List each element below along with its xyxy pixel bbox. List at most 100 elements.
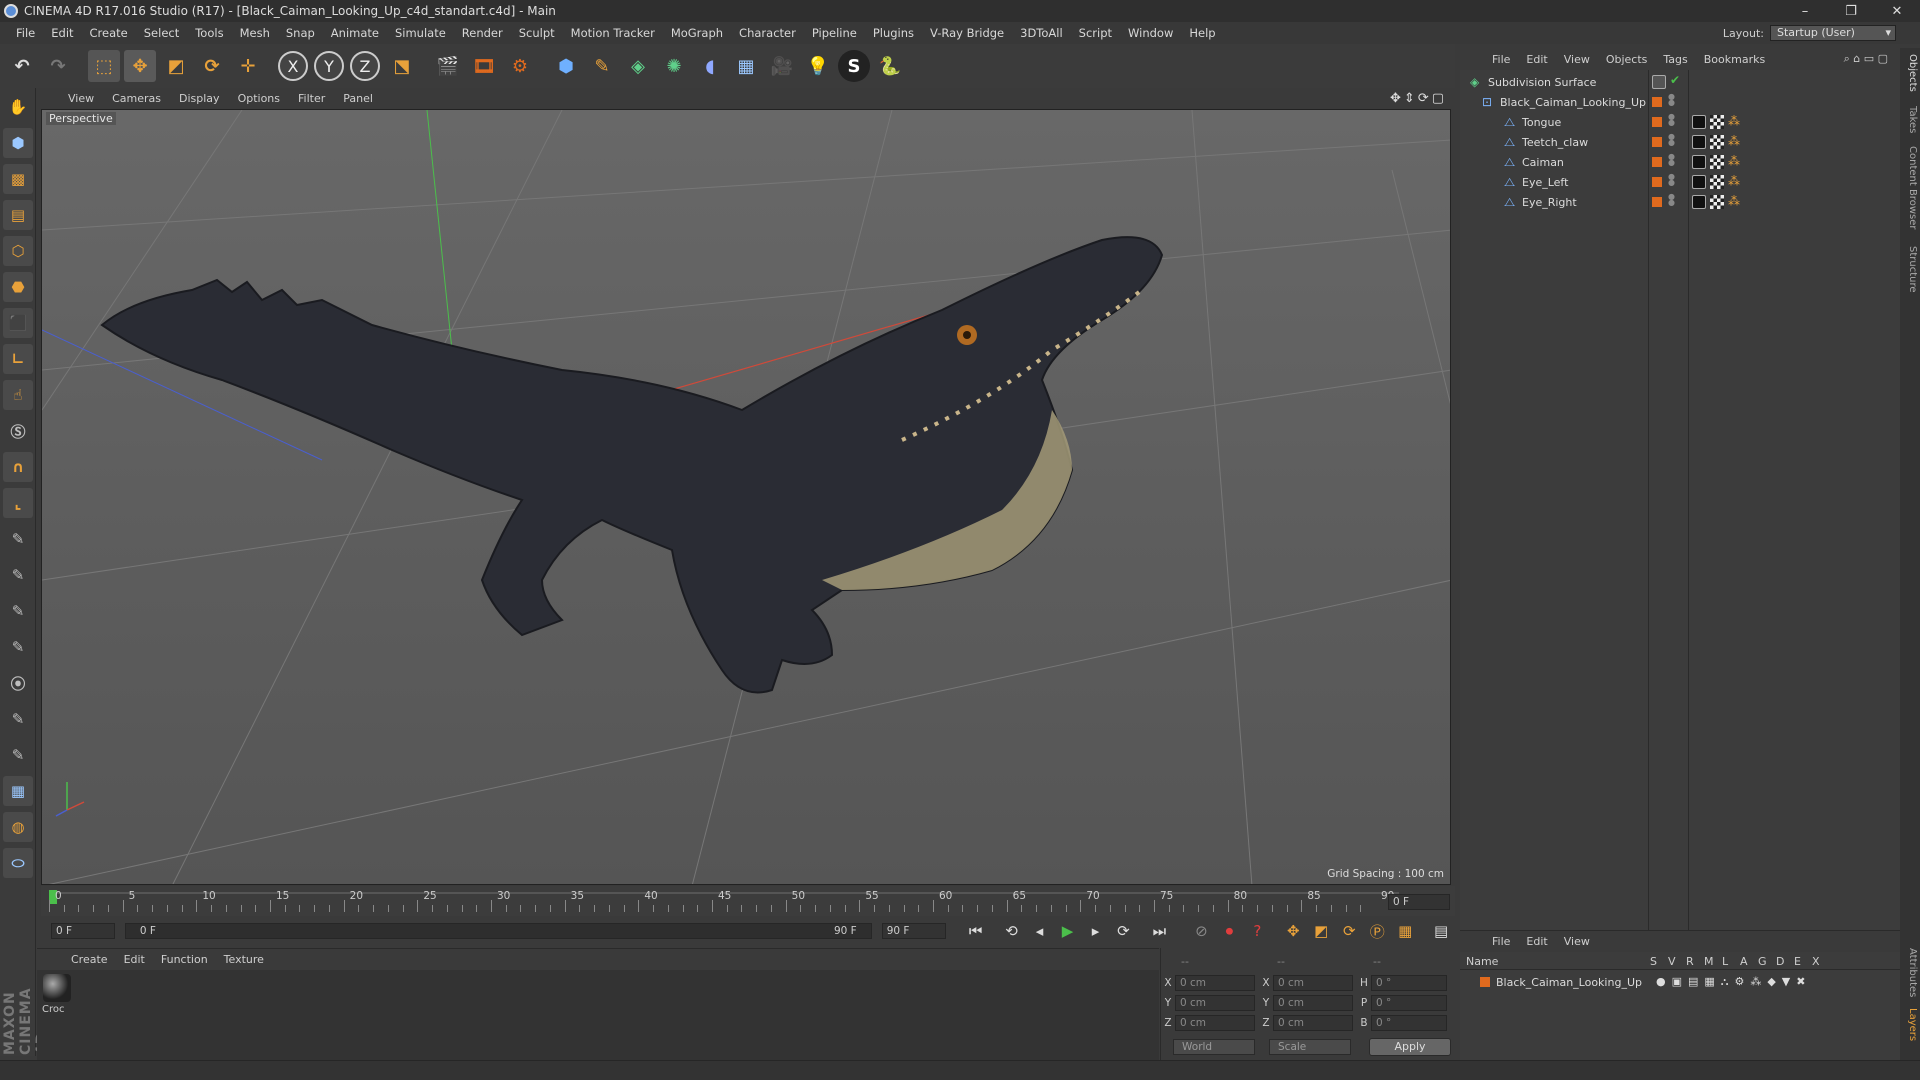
menu-file[interactable]: File [8, 26, 43, 40]
uvw-tag-icon[interactable] [1710, 195, 1724, 209]
key-pla-icon[interactable]: ▦ [1393, 919, 1417, 943]
brush-tool-6-icon[interactable]: ✎ [3, 704, 33, 734]
floor-icon[interactable]: ▦ [730, 50, 762, 82]
object-menu-objects[interactable]: Objects [1598, 53, 1656, 66]
selection-tag-icon[interactable]: ⁂ [1728, 175, 1742, 189]
polygons-mode-icon[interactable]: ⬛ [3, 308, 33, 338]
go-to-end-icon[interactable]: ⏭ [1147, 919, 1171, 943]
object-menu-file[interactable]: File [1484, 53, 1518, 66]
object-row-caiman[interactable]: ⧍ Caiman [1460, 152, 1900, 172]
object-name[interactable]: Eye_Left [1522, 176, 1672, 189]
make-editable-icon[interactable]: ✋ [3, 92, 33, 122]
rotation-b-field[interactable]: 0 ° [1371, 1015, 1447, 1031]
object-manager-search-icon[interactable]: ⌕ ⌂ ▭ ▢ [1844, 52, 1888, 66]
apply-button[interactable]: Apply [1369, 1038, 1451, 1056]
tab-objects[interactable]: Objects [1902, 54, 1918, 92]
z-axis-lock-button[interactable]: Z [350, 51, 380, 81]
menu-motion-tracker[interactable]: Motion Tracker [563, 26, 663, 40]
pen-spline-icon[interactable]: ✎ [586, 50, 618, 82]
object-menu-edit[interactable]: Edit [1518, 53, 1555, 66]
layer-color-tag[interactable] [1652, 137, 1662, 147]
object-name[interactable]: Teetch_claw [1522, 136, 1672, 149]
python-script-icon[interactable]: ⬭ [3, 848, 33, 878]
menu-tools[interactable]: Tools [187, 26, 231, 40]
brush-tool-1-icon[interactable]: ✎ [3, 524, 33, 554]
menu-render[interactable]: Render [454, 26, 511, 40]
layer-color-tag[interactable] [1652, 177, 1662, 187]
transform-tool-icon[interactable]: ✛ [232, 50, 264, 82]
layer-row[interactable]: Black_Caiman_Looking_Up ●▣▤▦⛬⚙⁂◆▼✖ [1460, 972, 1900, 992]
viewport-navigation-icons[interactable]: ✥⇕⟳▢ [1390, 91, 1447, 106]
object-name[interactable]: Caiman [1522, 156, 1672, 169]
cube-primitive-icon[interactable]: ⬢ [550, 50, 582, 82]
visibility-dots-icon[interactable]: ● ● [1668, 193, 1675, 207]
position-x-field[interactable]: 0 cm [1175, 975, 1255, 991]
viewport-menu-filter[interactable]: Filter [289, 92, 334, 105]
x-axis-lock-button[interactable]: X [278, 51, 308, 81]
object-menu-view[interactable]: View [1556, 53, 1598, 66]
restore-button[interactable]: ❐ [1828, 4, 1874, 19]
menu-select[interactable]: Select [136, 26, 187, 40]
menu-snap[interactable]: Snap [278, 26, 323, 40]
live-selection-icon[interactable]: ⬚ [88, 50, 120, 82]
solo-mode-icon[interactable]: Ⓢ [3, 416, 33, 446]
object-row-black-caiman[interactable]: ⊡ Black_Caiman_Looking_Up [1460, 92, 1900, 112]
brush-tool-5-icon[interactable]: ⦿ [3, 668, 33, 698]
brush-tool-3-icon[interactable]: ✎ [3, 596, 33, 626]
cloner-icon[interactable]: ✺ [658, 50, 690, 82]
uvw-tag-icon[interactable] [1710, 155, 1724, 169]
uvw-tag-icon[interactable] [1710, 115, 1724, 129]
undo-icon[interactable]: ↶ [6, 50, 38, 82]
object-name[interactable]: Black_Caiman_Looking_Up [1500, 96, 1650, 109]
layer-name[interactable]: Black_Caiman_Looking_Up [1496, 976, 1656, 989]
object-menu-tags[interactable]: Tags [1655, 53, 1695, 66]
menu-simulate[interactable]: Simulate [387, 26, 454, 40]
record-keys-icon[interactable]: ⊘ [1189, 919, 1213, 943]
timeline-window-icon[interactable]: ▤ [1429, 919, 1453, 943]
end-time-field[interactable]: 90 F [881, 923, 946, 939]
layer-menu-view[interactable]: View [1556, 935, 1598, 948]
visibility-dots-icon[interactable]: ● ● [1668, 113, 1675, 127]
layer-color-swatch[interactable] [1480, 977, 1490, 987]
3d-viewport[interactable]: Perspective Grid Spacing : 100 cm [41, 109, 1451, 885]
current-frame-field[interactable]: 0 F [1388, 894, 1450, 910]
visibility-dots-icon[interactable]: ● ● [1668, 93, 1675, 107]
selection-tag-icon[interactable]: ⁂ [1728, 115, 1742, 129]
subdivision-surface-icon[interactable]: ◈ [622, 50, 654, 82]
layer-color-tag[interactable] [1652, 97, 1662, 107]
autokey-icon[interactable]: ⏺ [1217, 919, 1241, 943]
coordinate-system-icon[interactable]: ⬔ [386, 50, 418, 82]
camera-icon[interactable]: 🎥 [766, 50, 798, 82]
material-menu-texture[interactable]: Texture [216, 953, 272, 966]
menu-sculpt[interactable]: Sculpt [511, 26, 563, 40]
menu-vray-bridge[interactable]: V-Ray Bridge [922, 26, 1012, 40]
tab-layers[interactable]: Layers [1902, 1008, 1918, 1041]
tab-structure[interactable]: Structure [1902, 246, 1918, 293]
selection-tag-icon[interactable]: ⁂ [1728, 155, 1742, 169]
previous-frame-icon[interactable]: ◂ [1028, 919, 1052, 943]
object-name[interactable]: Tongue [1522, 116, 1672, 129]
previous-key-icon[interactable]: ⟲ [1000, 919, 1024, 943]
selection-tag-icon[interactable]: ⁂ [1728, 195, 1742, 209]
workplane-axis-icon[interactable]: ⌞ [3, 488, 33, 518]
rotate-tool-icon[interactable]: ⟳ [196, 50, 228, 82]
texture-mode-icon[interactable]: ▩ [3, 164, 33, 194]
object-name[interactable]: Subdivision Surface [1488, 76, 1638, 89]
viewport-menu-panel[interactable]: Panel [334, 92, 382, 105]
visibility-dots-icon[interactable]: ● ● [1668, 173, 1675, 187]
menu-plugins[interactable]: Plugins [865, 26, 922, 40]
material-tag-icon[interactable] [1692, 175, 1706, 189]
tab-content-browser[interactable]: Content Browser [1902, 146, 1918, 229]
close-button[interactable]: ✕ [1874, 4, 1920, 19]
material-menu-edit[interactable]: Edit [116, 953, 153, 966]
menu-mesh[interactable]: Mesh [232, 26, 278, 40]
y-axis-lock-button[interactable]: Y [314, 51, 344, 81]
object-row-tongue[interactable]: ⧍ Tongue [1460, 112, 1900, 132]
size-z-field[interactable]: 0 cm [1273, 1015, 1353, 1031]
coordinate-mode-dropdown[interactable]: Scale [1269, 1039, 1351, 1055]
light-icon[interactable]: 💡 [802, 50, 834, 82]
workplane-icon[interactable]: ▤ [3, 200, 33, 230]
menu-edit[interactable]: Edit [43, 26, 81, 40]
deformer-icon[interactable]: ◖ [694, 50, 726, 82]
enabled-check-icon[interactable]: ✔ [1670, 73, 1680, 87]
